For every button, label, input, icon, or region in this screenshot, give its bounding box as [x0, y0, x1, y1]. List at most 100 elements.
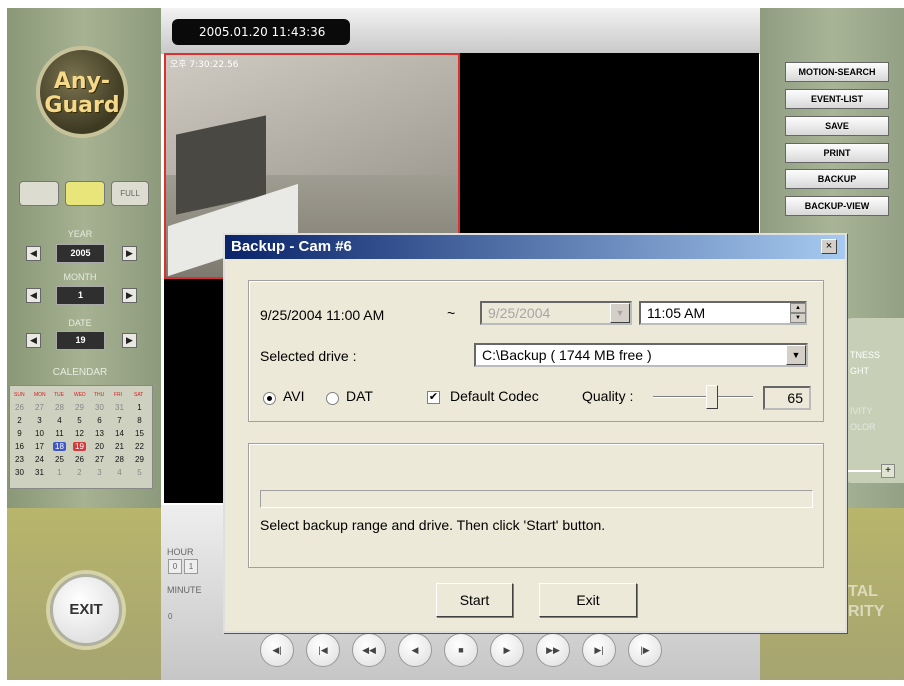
calendar-weekday: SUN	[14, 392, 25, 398]
app-logo: Any- Guard	[36, 46, 128, 138]
calendar-day[interactable]: 17	[33, 442, 46, 451]
adjust-slider[interactable]	[845, 470, 885, 472]
calendar-day[interactable]: 31	[113, 403, 126, 412]
calendar-day[interactable]: 11	[53, 429, 66, 438]
calendar-day[interactable]: 8	[133, 416, 146, 425]
calendar-day[interactable]: 26	[13, 403, 26, 412]
hour-cell[interactable]: 0	[168, 559, 182, 574]
adjust-label: IVITY	[850, 406, 873, 416]
calendar-weekday: TUE	[54, 392, 64, 398]
exit-dialog-button[interactable]: Exit	[539, 583, 637, 617]
calendar-day[interactable]: 12	[73, 429, 86, 438]
month-next-button[interactable]: ▶	[122, 288, 137, 303]
adjust-label: TNESS	[850, 350, 881, 360]
calendar-day[interactable]: 30	[13, 468, 26, 477]
print-button[interactable]: PRINT	[785, 143, 889, 163]
fast-forward-icon[interactable]: ▶▶	[536, 633, 570, 667]
calendar-day[interactable]: 21	[113, 442, 126, 451]
calendar-day[interactable]: 14	[113, 429, 126, 438]
calendar-day[interactable]: 28	[53, 403, 66, 412]
spin-down-icon[interactable]: ▼	[790, 313, 806, 323]
quality-slider-thumb[interactable]	[706, 385, 718, 409]
step-back-icon[interactable]: ◀|	[260, 633, 294, 667]
calendar-day[interactable]: 23	[13, 455, 26, 464]
skip-start-icon[interactable]: |◀	[306, 633, 340, 667]
drive-select[interactable]: C:\Backup ( 1744 MB free )	[474, 343, 808, 367]
default-codec-label: Default Codec	[450, 388, 539, 404]
calendar-day[interactable]: 16	[13, 442, 26, 451]
calendar-day[interactable]: 4	[113, 468, 126, 477]
event-list-button[interactable]: EVENT-LIST	[785, 89, 889, 109]
motion-search-button[interactable]: MOTION-SEARCH	[785, 62, 889, 82]
camera-timestamp: 오후 7:30:22.56	[170, 60, 239, 70]
calendar-day[interactable]: 10	[33, 429, 46, 438]
full-view-button[interactable]: FULL	[111, 181, 149, 206]
stop-icon[interactable]: ■	[444, 633, 478, 667]
end-time-field[interactable]: 11:05 AM	[639, 301, 807, 325]
calendar-day[interactable]: 7	[113, 416, 126, 425]
date-label: DATE	[68, 318, 92, 328]
single-view-button[interactable]	[19, 181, 59, 206]
quality-label: Quality :	[582, 388, 634, 404]
chevron-down-icon[interactable]: ▼	[786, 345, 806, 365]
calendar-day[interactable]: 30	[93, 403, 106, 412]
calendar-day[interactable]: 1	[53, 468, 66, 477]
year-value: 2005	[56, 244, 105, 263]
rewind-icon[interactable]: ◀◀	[352, 633, 386, 667]
close-icon[interactable]: ×	[821, 239, 837, 254]
calendar-day[interactable]: 22	[133, 442, 146, 451]
calendar-day[interactable]: 26	[73, 455, 86, 464]
year-prev-button[interactable]: ◀	[26, 246, 41, 261]
calendar-day[interactable]: 9	[13, 429, 26, 438]
calendar-day[interactable]: 24	[33, 455, 46, 464]
calendar-day[interactable]: 5	[133, 468, 146, 477]
start-button[interactable]: Start	[436, 583, 513, 617]
calendar-day[interactable]: 2	[13, 416, 26, 425]
calendar-day[interactable]: 5	[73, 416, 86, 425]
calendar-day[interactable]: 28	[113, 455, 126, 464]
chevron-down-icon[interactable]: ▼	[610, 303, 630, 323]
logo-text: Guard	[44, 93, 120, 118]
step-forward-icon[interactable]: |▶	[628, 633, 662, 667]
dialog-title: Backup - Cam #6	[225, 235, 845, 259]
calendar-day[interactable]: 29	[73, 403, 86, 412]
month-value: 1	[56, 286, 105, 305]
spin-up-icon[interactable]: ▲	[790, 303, 806, 313]
adjust-label: GHT	[850, 366, 869, 376]
dat-radio[interactable]	[326, 392, 339, 405]
save-button[interactable]: SAVE	[785, 116, 889, 136]
backup-view-button[interactable]: BACKUP-VIEW	[785, 196, 889, 216]
quad-view-button[interactable]	[65, 181, 105, 206]
exit-button[interactable]: EXIT	[50, 574, 122, 646]
date-prev-button[interactable]: ◀	[26, 333, 41, 348]
calendar-day[interactable]: 4	[53, 416, 66, 425]
play-icon[interactable]: ▶	[490, 633, 524, 667]
quality-slider[interactable]	[653, 396, 753, 398]
calendar-day[interactable]: 27	[33, 403, 46, 412]
calendar-day[interactable]: 29	[133, 455, 146, 464]
calendar: SUN MON TUE WED THU FRI SAT 26 27 28 29 30 31 1 2 3 4 5 6 7…	[9, 385, 153, 489]
calendar-day[interactable]: 3	[93, 468, 106, 477]
calendar-day[interactable]: 18	[53, 442, 66, 451]
calendar-day[interactable]: 6	[93, 416, 106, 425]
avi-radio[interactable]	[263, 392, 276, 405]
calendar-day[interactable]: 2	[73, 468, 86, 477]
calendar-day[interactable]: 13	[93, 429, 106, 438]
backup-button[interactable]: BACKUP	[785, 169, 889, 189]
plus-icon[interactable]: +	[881, 464, 895, 478]
calendar-day[interactable]: 31	[33, 468, 46, 477]
calendar-day[interactable]: 15	[133, 429, 146, 438]
hour-cell[interactable]: 1	[184, 559, 198, 574]
year-next-button[interactable]: ▶	[122, 246, 137, 261]
calendar-day[interactable]: 3	[33, 416, 46, 425]
month-prev-button[interactable]: ◀	[26, 288, 41, 303]
date-next-button[interactable]: ▶	[122, 333, 137, 348]
play-back-icon[interactable]: ◀	[398, 633, 432, 667]
calendar-day[interactable]: 1	[133, 403, 146, 412]
calendar-day[interactable]: 19	[73, 442, 86, 451]
calendar-day[interactable]: 25	[53, 455, 66, 464]
default-codec-checkbox[interactable]: ✔	[427, 391, 440, 404]
calendar-day[interactable]: 27	[93, 455, 106, 464]
calendar-day[interactable]: 20	[93, 442, 106, 451]
skip-end-icon[interactable]: ▶|	[582, 633, 616, 667]
